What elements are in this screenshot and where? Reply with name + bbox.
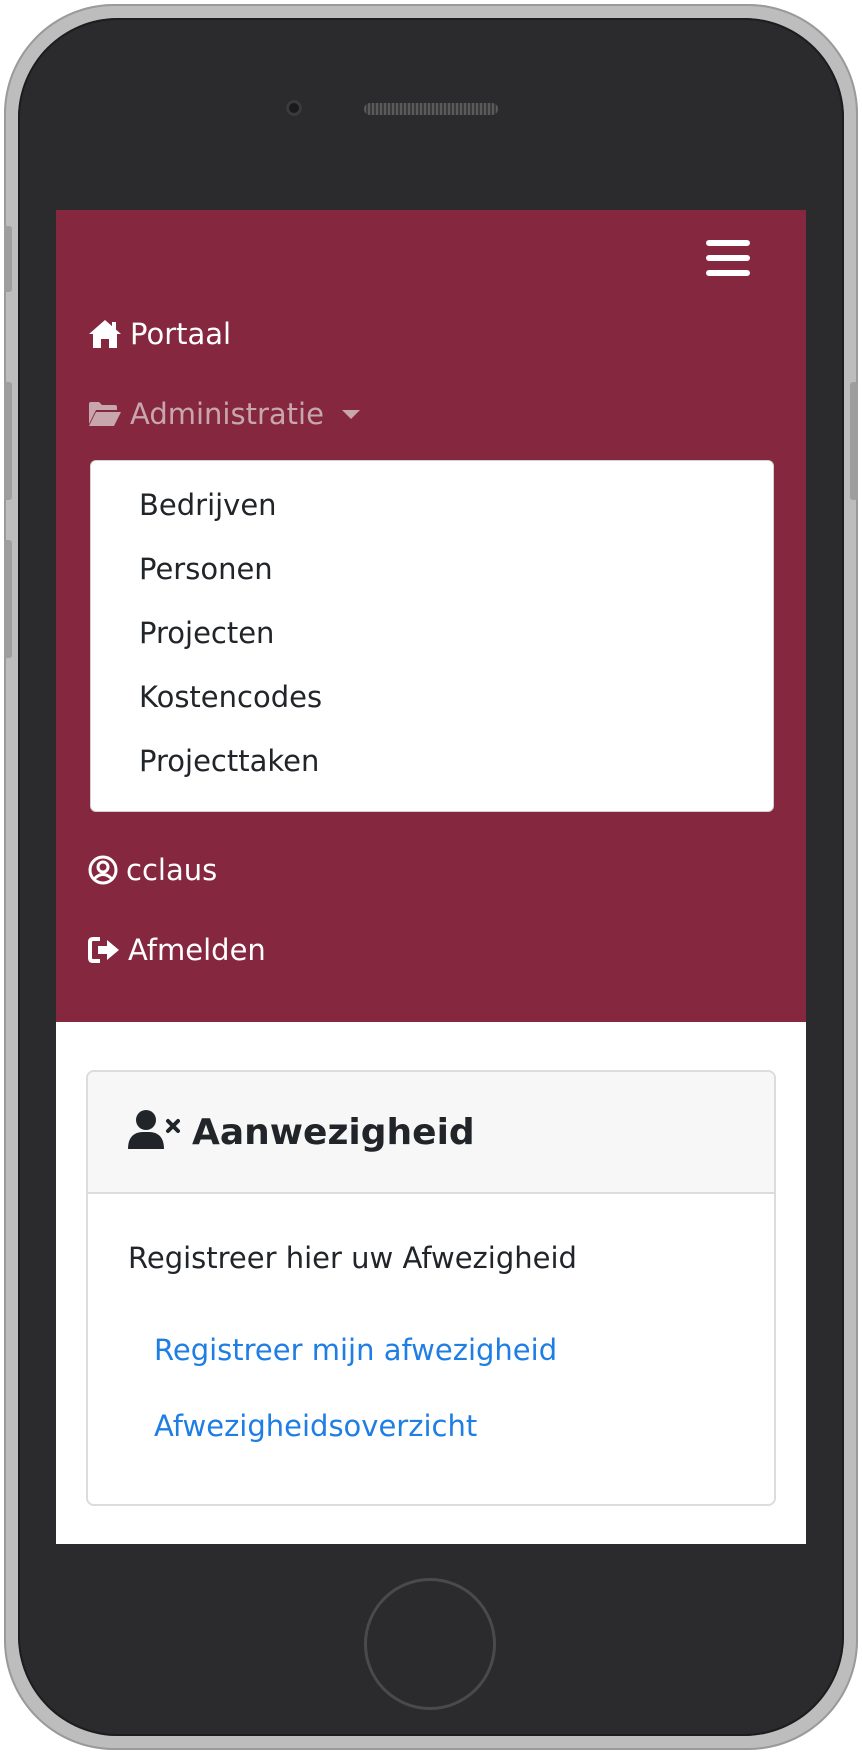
home-icon: [88, 319, 122, 349]
home-button[interactable]: [364, 1578, 496, 1710]
dropdown-item-bedrijven[interactable]: Bedrijven: [91, 485, 773, 549]
nav-link-label: Administratie: [130, 397, 324, 431]
volume-up-button: [4, 382, 12, 500]
attendance-card: Aanwezigheid Registreer hier uw Afwezigh…: [86, 1070, 776, 1506]
mute-switch: [4, 226, 12, 292]
dropdown-menu: Bedrijven Personen Projecten Kostencodes…: [90, 460, 774, 812]
card-description: Registreer hier uw Afwezigheid: [128, 1241, 577, 1275]
chevron-down-icon: [341, 409, 360, 419]
front-camera: [286, 100, 302, 116]
card-header: Aanwezigheid: [88, 1072, 774, 1194]
folder-open-icon: [88, 400, 122, 428]
user-times-icon: [128, 1109, 180, 1155]
nav-link-logout[interactable]: Afmelden: [88, 930, 266, 970]
register-absence-link[interactable]: Registreer mijn afwezigheid: [154, 1330, 774, 1370]
absence-overview-link[interactable]: Afwezigheidsoverzicht: [154, 1406, 774, 1446]
card-title: Aanwezigheid: [192, 1111, 475, 1153]
nav-dropdown-administratie[interactable]: Administratie: [88, 394, 360, 434]
navbar: Portaal Administratie Bedrijven Personen…: [56, 210, 806, 1022]
screen: Portaal Administratie Bedrijven Personen…: [56, 210, 806, 1544]
nav-link-label: cclaus: [126, 853, 218, 887]
dropdown-item-projecten[interactable]: Projecten: [91, 613, 773, 677]
nav-link-portal[interactable]: Portaal: [88, 314, 231, 354]
user-circle-icon: [88, 855, 118, 885]
sign-out-icon: [88, 936, 120, 964]
dropdown-item-personen[interactable]: Personen: [91, 549, 773, 613]
card-body: Registreer hier uw Afwezigheid Registree…: [88, 1194, 774, 1446]
nav-link-label: Portaal: [130, 317, 232, 351]
hamburger-menu-icon[interactable]: [706, 240, 750, 276]
earpiece-speaker: [364, 103, 498, 115]
nav-link-label: Afmelden: [128, 933, 266, 967]
volume-down-button: [4, 540, 12, 658]
dropdown-item-projecttaken[interactable]: Projecttaken: [91, 741, 773, 805]
nav-link-user[interactable]: cclaus: [88, 850, 217, 890]
dropdown-item-kostencodes[interactable]: Kostencodes: [91, 677, 773, 741]
power-button: [850, 382, 858, 500]
